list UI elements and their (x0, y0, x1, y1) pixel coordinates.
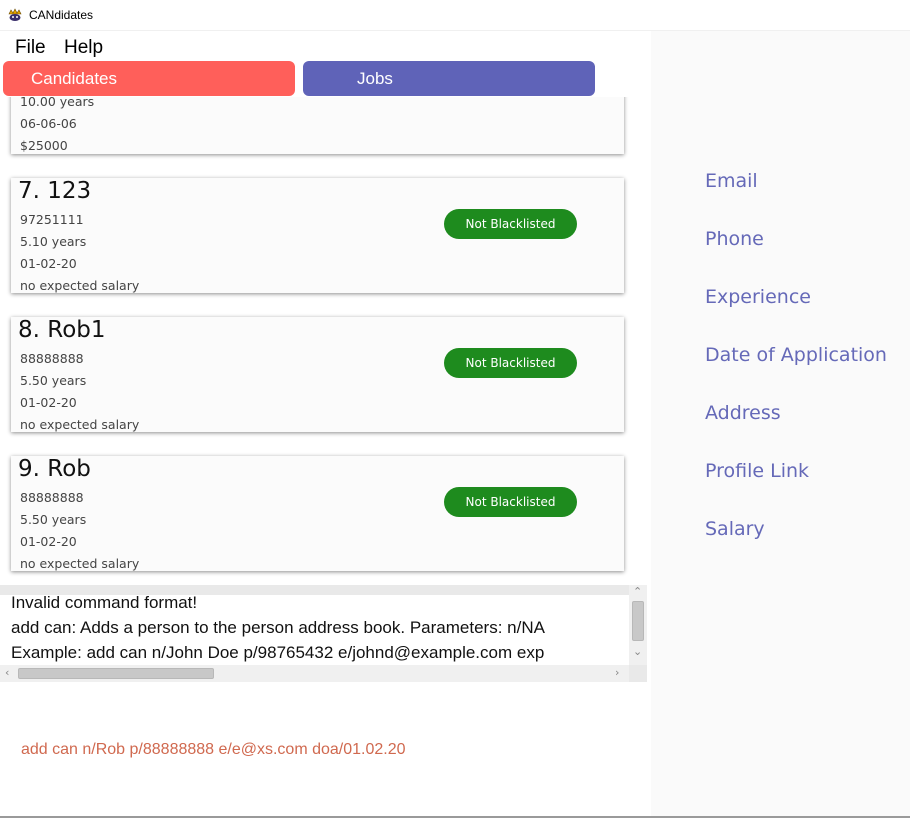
result-horizontal-scrollbar[interactable]: ‹ › (0, 665, 629, 682)
candidate-card[interactable]: 7. 123 97251111 5.10 years 01-02-20 no e… (11, 178, 624, 293)
scrollbar-thumb[interactable] (632, 601, 644, 641)
candidate-salary: no expected salary (20, 556, 140, 571)
detail-label-email: Email (705, 170, 758, 192)
scroll-right-icon[interactable]: › (615, 666, 619, 679)
candidate-name: 8. Rob1 (18, 317, 106, 343)
candidate-date: 01-02-20 (20, 534, 77, 549)
candidate-date: 06-06-06 (20, 116, 77, 131)
candidate-card[interactable]: 10.00 years 06-06-06 $25000 (11, 97, 624, 154)
result-line-3: Example: add can n/John Doe p/98765432 e… (11, 643, 545, 662)
tab-candidates[interactable]: Candidates (3, 61, 295, 96)
candidate-date: 01-02-20 (20, 256, 77, 271)
detail-label-address: Address (705, 402, 781, 424)
blacklist-status-badge: Not Blacklisted (444, 487, 577, 517)
result-display: Invalid command format! add can: Adds a … (0, 585, 647, 682)
candidate-salary: no expected salary (20, 417, 140, 432)
detail-label-date-of-application: Date of Application (705, 344, 887, 366)
tab-jobs[interactable]: Jobs (303, 61, 595, 96)
candidate-list[interactable]: 10.00 years 06-06-06 $25000 7. 123 97251… (0, 97, 647, 585)
candidate-experience: 5.50 years (20, 373, 87, 388)
app-icon (8, 8, 22, 21)
candidate-card[interactable]: 8. Rob1 88888888 5.50 years 01-02-20 no … (11, 317, 624, 432)
command-input[interactable]: add can n/Rob p/88888888 e/e@xs.com doa/… (21, 741, 406, 759)
result-vertical-scrollbar[interactable]: ⌃ ⌄ (629, 585, 647, 665)
scroll-down-icon[interactable]: ⌄ (633, 645, 642, 658)
scroll-up-icon[interactable]: ⌃ (633, 585, 642, 598)
blacklist-status-badge: Not Blacklisted (444, 348, 577, 378)
menu-help[interactable]: Help (64, 37, 103, 59)
candidate-experience: 5.50 years (20, 512, 87, 527)
candidate-name: 7. 123 (18, 178, 92, 204)
candidate-phone: 88888888 (20, 351, 84, 366)
result-text-area[interactable]: Invalid command format! add can: Adds a … (0, 595, 629, 665)
candidate-experience: 10.00 years (20, 97, 95, 109)
detail-label-experience: Experience (705, 286, 811, 308)
scroll-left-icon[interactable]: ‹ (5, 666, 9, 679)
detail-label-phone: Phone (705, 228, 764, 250)
result-line-1: Invalid command format! (11, 595, 198, 612)
candidate-salary: $25000 (20, 138, 68, 153)
blacklist-status-badge: Not Blacklisted (444, 209, 577, 239)
menu-file[interactable]: File (15, 37, 46, 59)
candidate-phone: 97251111 (20, 212, 84, 227)
title-bar: CANdidates (0, 0, 910, 31)
candidate-phone: 88888888 (20, 490, 84, 505)
detail-label-profile-link: Profile Link (705, 460, 810, 482)
result-line-2: add can: Adds a person to the person add… (11, 618, 545, 637)
candidate-card[interactable]: 9. Rob 88888888 5.50 years 01-02-20 no e… (11, 456, 624, 571)
candidate-name: 9. Rob (18, 456, 91, 482)
candidate-salary: no expected salary (20, 278, 140, 293)
detail-label-salary: Salary (705, 518, 765, 540)
candidate-date: 01-02-20 (20, 395, 77, 410)
scrollbar-thumb[interactable] (18, 668, 214, 679)
candidate-experience: 5.10 years (20, 234, 87, 249)
detail-panel: Email Phone Experience Date of Applicati… (651, 31, 910, 816)
window-title: CANdidates (29, 8, 94, 22)
